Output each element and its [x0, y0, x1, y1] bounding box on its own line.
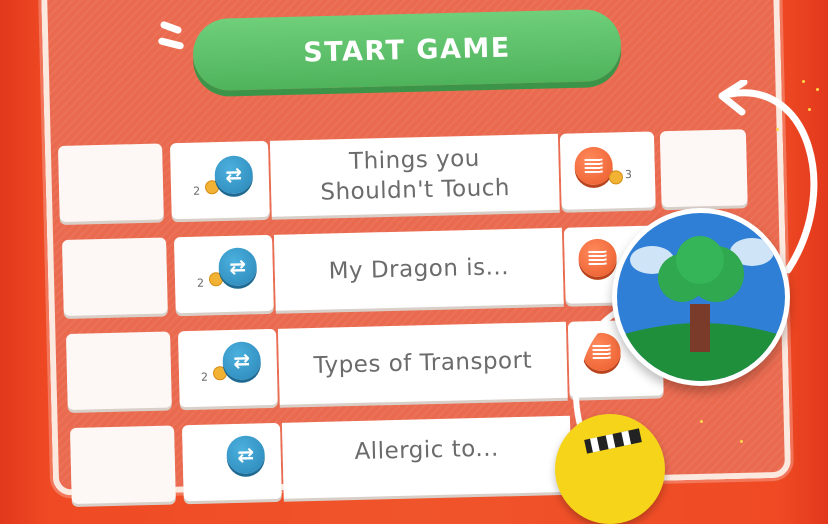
swap-cell: 2 ⇄ — [173, 234, 274, 314]
empty-slot-left — [58, 143, 164, 222]
topic-card[interactable]: Things you Shouldn't Touch — [269, 133, 560, 217]
topic-card[interactable]: My Dragon is... — [273, 227, 564, 311]
swap-cell: 2 ⇄ — [177, 328, 278, 408]
coin-icon — [608, 170, 624, 185]
game-screen: START GAME 2 ⇄ Things you Shouldn't Touc… — [0, 0, 828, 524]
swap-cell: ⇄ — [181, 422, 282, 502]
topic-title-line2: Shouldn't Touch — [320, 174, 511, 206]
topic-card[interactable]: Allergic to... — [281, 415, 572, 499]
topic-title-line1: Types of Transport — [313, 347, 533, 379]
empty-slot-left — [70, 425, 176, 504]
clapperboard-icon[interactable] — [555, 414, 665, 524]
start-game-label: START GAME — [302, 31, 512, 69]
topic-card[interactable]: Types of Transport — [277, 321, 568, 405]
shuffle-icon[interactable] — [574, 146, 614, 186]
topic-title-line1: Things you — [348, 145, 481, 175]
swap-arrows-icon[interactable]: ⇄ — [214, 155, 254, 195]
swap-cost: 2 — [196, 276, 205, 290]
topic-title-line1: Allergic to... — [354, 435, 500, 466]
swap-arrows-icon[interactable]: ⇄ — [222, 341, 262, 381]
refresh-cell: 3 — [559, 131, 656, 210]
tree-badge-icon[interactable] — [612, 208, 790, 386]
swap-arrows-icon[interactable]: ⇄ — [226, 435, 266, 475]
swap-arrows-icon[interactable]: ⇄ — [218, 247, 258, 287]
refresh-cost: 3 — [624, 167, 633, 182]
swap-cost: 2 — [192, 184, 201, 198]
topic-title-line1: My Dragon is... — [328, 254, 510, 285]
start-game-button[interactable]: START GAME — [192, 8, 622, 92]
swap-cell: 2 ⇄ — [169, 140, 270, 220]
empty-slot-left — [66, 331, 172, 410]
empty-slot-left — [62, 237, 168, 316]
swap-cost: 2 — [200, 370, 209, 384]
